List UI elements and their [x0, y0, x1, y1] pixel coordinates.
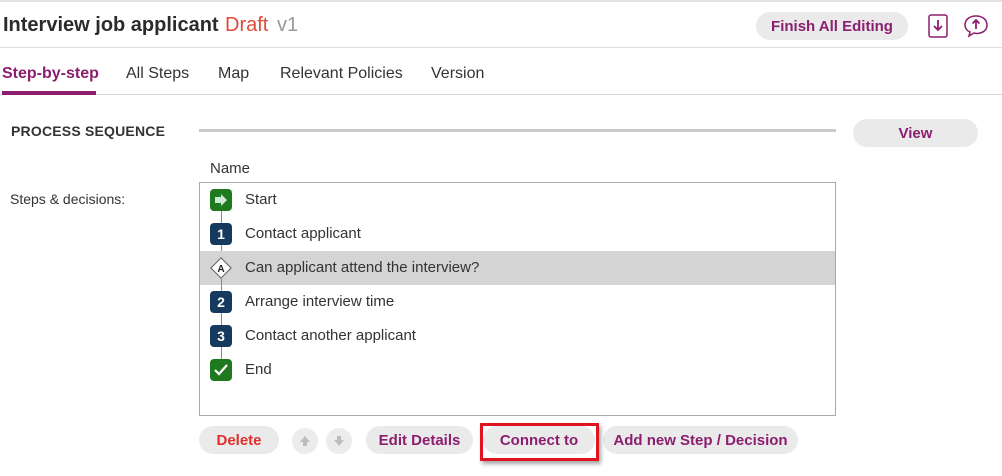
- upload-comment-icon: [964, 15, 988, 38]
- page-title: Interview job applicant: [3, 14, 219, 36]
- step-number-badge: 1: [210, 223, 232, 245]
- page-header: Interview job applicant Draft v1 Finish …: [0, 2, 1002, 48]
- list-item-step-3[interactable]: 3 Contact another applicant: [200, 319, 835, 353]
- delete-button[interactable]: Delete: [199, 426, 279, 454]
- version-label: v1: [277, 14, 299, 36]
- list-item-start[interactable]: Start: [200, 183, 835, 217]
- list-actions: Delete Edit Details Connect to Add new S…: [199, 426, 839, 456]
- list-item-label: Contact applicant: [245, 225, 361, 242]
- download-icon: [928, 14, 948, 38]
- checkmark-icon: [210, 359, 232, 381]
- steps-list[interactable]: Start 1 Contact applicant A Can applican…: [199, 182, 836, 416]
- move-up-button[interactable]: [292, 428, 318, 454]
- list-item-label: End: [245, 361, 272, 378]
- list-item-step-2[interactable]: 2 Arrange interview time: [200, 285, 835, 319]
- section-title: PROCESS SEQUENCE: [11, 123, 166, 139]
- tab-step-by-step[interactable]: Step-by-step: [2, 65, 99, 83]
- arrow-down-icon: [334, 436, 344, 446]
- step-number-badge: 3: [210, 325, 232, 347]
- finish-all-editing-button[interactable]: Finish All Editing: [756, 12, 908, 40]
- tab-relevant-policies[interactable]: Relevant Policies: [280, 65, 403, 83]
- edit-details-button[interactable]: Edit Details: [366, 426, 473, 454]
- list-item-step-1[interactable]: 1 Contact applicant: [200, 217, 835, 251]
- view-button[interactable]: View: [853, 119, 978, 147]
- section-divider: [199, 129, 836, 132]
- tab-version[interactable]: Version: [431, 65, 484, 83]
- arrow-up-icon: [300, 436, 310, 446]
- active-tab-indicator: [2, 91, 96, 95]
- tab-all-steps[interactable]: All Steps: [126, 65, 189, 83]
- name-column-header: Name: [210, 160, 251, 177]
- steps-decisions-label: Steps & decisions:: [10, 191, 126, 207]
- list-item-end[interactable]: End: [200, 353, 835, 387]
- list-item-label: Contact another applicant: [245, 327, 416, 344]
- step-number-badge: 2: [210, 291, 232, 313]
- draft-status: Draft: [225, 14, 269, 36]
- start-icon: [210, 189, 232, 211]
- list-item-decision-a[interactable]: A Can applicant attend the interview?: [200, 251, 835, 285]
- move-down-button[interactable]: [326, 428, 352, 454]
- upload-comment-button[interactable]: [963, 13, 989, 39]
- decision-diamond-icon: A: [210, 257, 232, 279]
- connect-to-button[interactable]: Connect to: [483, 426, 595, 454]
- download-button[interactable]: [925, 13, 951, 39]
- list-item-label: Arrange interview time: [245, 293, 395, 310]
- decision-letter: A: [217, 264, 225, 275]
- tab-bar: Step-by-step All Steps Map Relevant Poli…: [0, 49, 1002, 95]
- list-item-label: Start: [245, 191, 277, 208]
- add-step-decision-button[interactable]: Add new Step / Decision: [603, 426, 798, 454]
- list-item-label: Can applicant attend the interview?: [245, 259, 480, 276]
- tab-map[interactable]: Map: [218, 65, 249, 83]
